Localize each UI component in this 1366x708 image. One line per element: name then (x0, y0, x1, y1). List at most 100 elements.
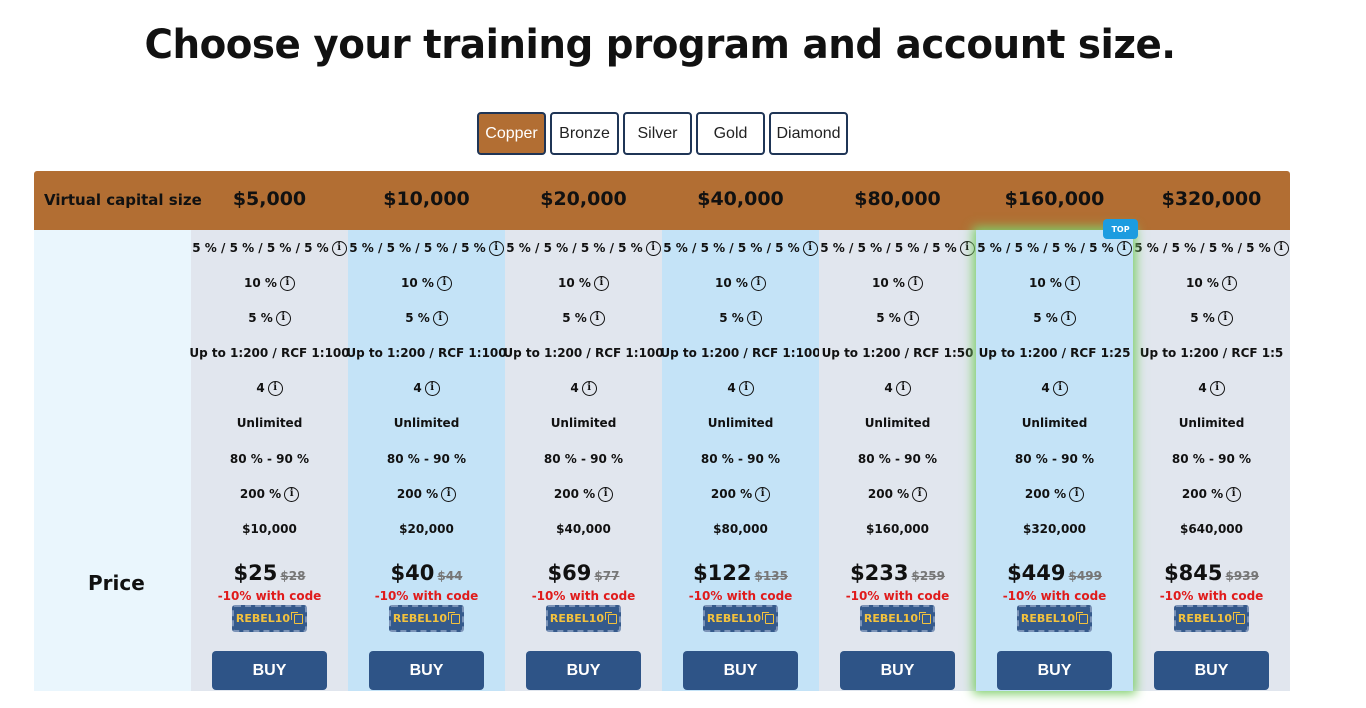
cell-leverage: Up to 1:200 / RCF 1:25 (976, 344, 1133, 362)
cell-value: 5 % (719, 311, 744, 325)
promo-code-text: REBEL10 (1020, 612, 1076, 625)
info-icon[interactable]: i (275, 310, 291, 326)
discount-note: -10% with code (688, 589, 793, 603)
cell-value: $640,000 (1179, 522, 1243, 536)
tier-silver-button[interactable]: Silver (623, 112, 692, 155)
capital-size: $20,000 (540, 188, 627, 210)
info-icon[interactable]: i (598, 486, 614, 502)
info-icon[interactable]: i (1116, 240, 1132, 256)
cell-minimum-trades: 4i (976, 379, 1133, 397)
cell-max-drawdown: 10 % i (976, 274, 1133, 292)
tier-copper-button[interactable]: Copper (477, 112, 546, 155)
info-icon[interactable]: i (436, 275, 452, 291)
tier-selector: Copper Bronze Silver Gold Diamond (477, 112, 848, 155)
buy-button[interactable]: BUY (683, 651, 798, 690)
info-icon[interactable]: i (645, 240, 661, 256)
cell-maximum-days: Unlimited (505, 414, 662, 432)
cell-refund-of-fee: 200 % i (819, 485, 976, 503)
cell-max-drawdown: 10 % i (662, 274, 819, 292)
info-icon[interactable]: i (1052, 380, 1068, 396)
capital-size: $5,000 (232, 188, 307, 210)
cell-value: Up to 1:200 / RCF 1:100 (189, 346, 350, 360)
promo-code-button[interactable]: REBEL10 (232, 605, 307, 632)
info-icon[interactable]: i (432, 310, 448, 326)
cell-max-drawdown: 10 % i (505, 274, 662, 292)
info-icon[interactable]: i (581, 380, 597, 396)
info-icon[interactable]: i (267, 380, 283, 396)
info-icon[interactable]: i (279, 275, 295, 291)
cell-value: Unlimited (1178, 416, 1245, 430)
info-icon[interactable]: i (1069, 486, 1085, 502)
buy-button[interactable]: BUY (526, 651, 641, 690)
info-icon[interactable]: i (1064, 275, 1080, 291)
cell-maximum-funding: $320,000 (976, 520, 1133, 538)
cell-value: 200 % (396, 487, 439, 501)
info-icon[interactable]: i (1060, 310, 1076, 326)
cell-daily-drawdown: 5 % i (976, 309, 1133, 327)
cell-minimum-trades: 4i (505, 379, 662, 397)
cell-value: 4 (1041, 381, 1050, 395)
promo-code-button[interactable]: REBEL10 (703, 605, 778, 632)
promo-code-button[interactable]: REBEL10 (1174, 605, 1249, 632)
info-icon[interactable]: i (750, 275, 766, 291)
promo-code-button[interactable]: REBEL10 (860, 605, 935, 632)
info-icon[interactable]: i (1273, 240, 1289, 256)
info-icon[interactable]: i (424, 380, 440, 396)
cell-value: $160,000 (865, 522, 929, 536)
promo-code-button[interactable]: REBEL10 (1017, 605, 1092, 632)
cell-value: 5 % / 5 % / 5 % / 5 % (1134, 241, 1271, 255)
buy-button[interactable]: BUY (1154, 651, 1269, 690)
promo-code-button[interactable]: REBEL10 (389, 605, 464, 632)
info-icon[interactable]: i (903, 310, 919, 326)
info-icon[interactable]: i (1209, 380, 1225, 396)
info-icon[interactable]: i (959, 240, 975, 256)
copy-icon (605, 611, 618, 624)
promo-code-button[interactable]: REBEL10 (546, 605, 621, 632)
buy-button[interactable]: BUY (997, 651, 1112, 690)
capital-size-label: Virtual capital size (44, 191, 202, 209)
old-price: $28 (280, 569, 306, 583)
info-icon[interactable]: i (331, 240, 347, 256)
info-icon[interactable]: i (1226, 486, 1242, 502)
info-icon[interactable]: i (802, 240, 818, 256)
info-icon[interactable]: i (912, 486, 928, 502)
cell-value: 10 % (1186, 276, 1219, 290)
tier-gold-button[interactable]: Gold (696, 112, 765, 155)
tier-diamond-button[interactable]: Diamond (769, 112, 848, 155)
cell-leverage: Up to 1:200 / RCF 1:100 (660, 344, 820, 362)
info-icon[interactable]: i (738, 380, 754, 396)
cell-max-drawdown: 10 % i (348, 274, 505, 292)
info-icon[interactable]: i (1221, 275, 1237, 291)
cell-profit-target: 5 % / 5 % / 5 % / 5 % i (505, 239, 662, 257)
cell-value: $20,000 (399, 522, 454, 536)
info-icon[interactable]: i (488, 240, 504, 256)
cell-value: 10 % (401, 276, 434, 290)
cell-value: 4 (1198, 381, 1207, 395)
info-icon[interactable]: i (593, 275, 609, 291)
capital-size: $80,000 (854, 188, 941, 210)
info-icon[interactable]: i (746, 310, 762, 326)
buy-button[interactable]: BUY (369, 651, 484, 690)
buy-button[interactable]: BUY (840, 651, 955, 690)
cell-value: 200 % (553, 487, 596, 501)
info-icon[interactable]: i (284, 486, 300, 502)
price-line: $122 $135 (662, 561, 819, 585)
tier-bronze-button[interactable]: Bronze (550, 112, 619, 155)
buy-button[interactable]: BUY (212, 651, 327, 690)
cell-value: 10 % (244, 276, 277, 290)
info-icon[interactable]: i (895, 380, 911, 396)
info-icon[interactable]: i (755, 486, 771, 502)
info-icon[interactable]: i (441, 486, 457, 502)
price-label: Price (88, 571, 145, 595)
cell-value: 5 % / 5 % / 5 % / 5 % (663, 241, 800, 255)
cell-maximum-days: Unlimited (348, 414, 505, 432)
cell-value: 80 % - 90 % (857, 452, 938, 466)
old-price: $499 (1068, 569, 1102, 583)
info-icon[interactable]: i (907, 275, 923, 291)
cell-value: Unlimited (393, 416, 460, 430)
info-icon[interactable]: i (1217, 310, 1233, 326)
cell-profit-target: 5 % / 5 % / 5 % / 5 % i (976, 239, 1133, 257)
info-icon[interactable]: i (589, 310, 605, 326)
copy-icon (762, 611, 775, 624)
pricing-table: Virtual capital size Price Profit target… (34, 171, 1290, 691)
